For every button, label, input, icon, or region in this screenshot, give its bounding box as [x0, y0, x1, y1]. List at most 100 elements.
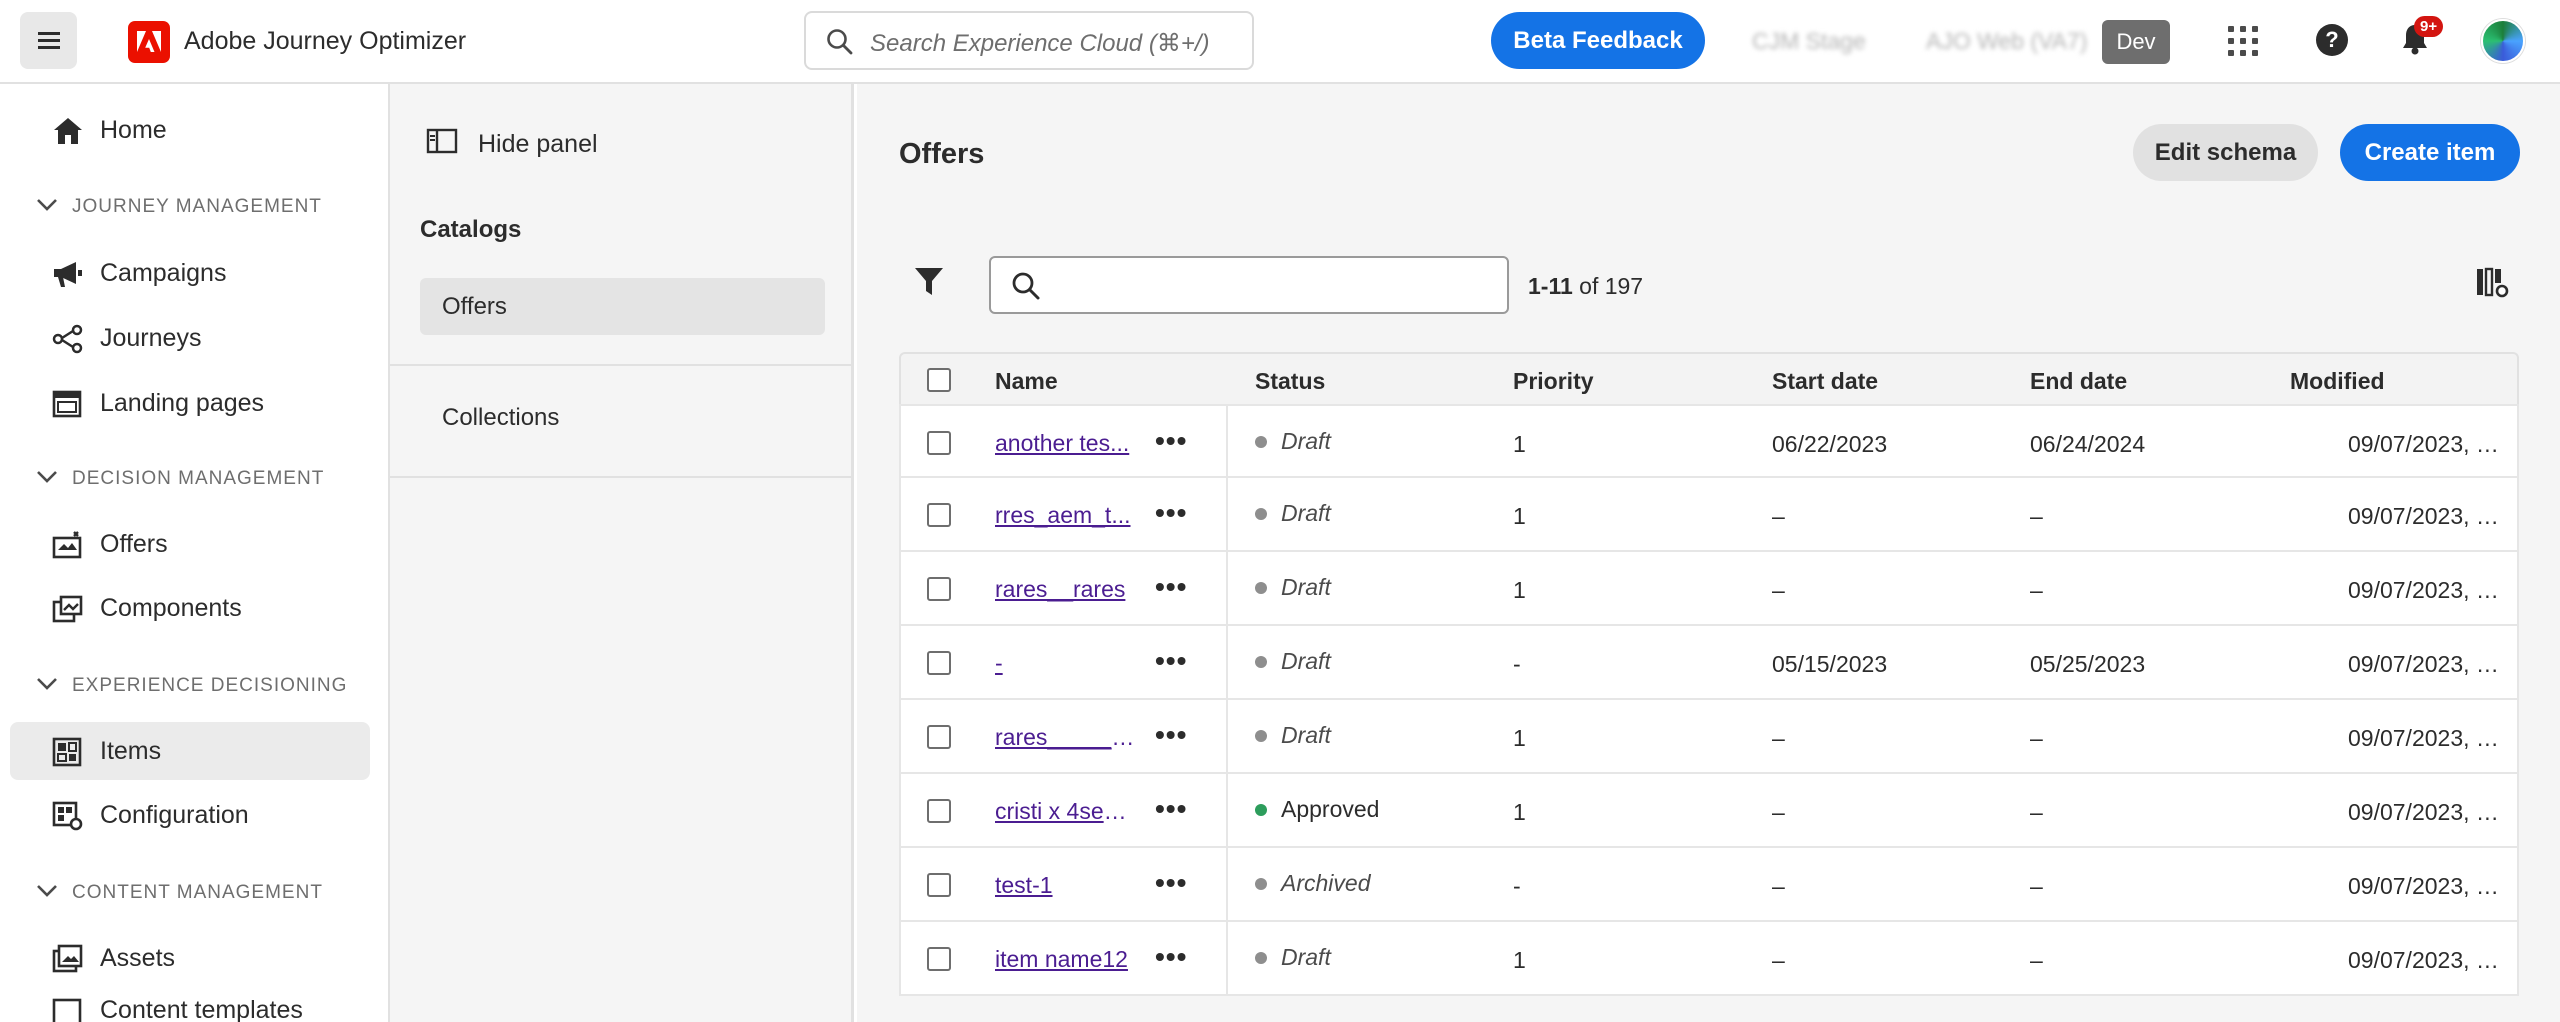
- status-badge: Approved: [1255, 796, 1379, 823]
- nav-item-content-templates[interactable]: Content templates: [10, 990, 370, 1022]
- status-badge: Draft: [1255, 500, 1331, 527]
- modified-cell: 09/07/2023, 12:50...: [2348, 577, 2508, 603]
- more-actions-icon[interactable]: •••: [1155, 869, 1187, 897]
- start-date-cell: –: [1772, 873, 1785, 899]
- table-row[interactable]: item name12 ••• Draft 1 – – 09/07/2023, 12:45.…: [899, 922, 2519, 996]
- more-actions-icon[interactable]: •••: [1155, 647, 1187, 675]
- nav-item-home[interactable]: Home: [10, 101, 370, 159]
- item-name-link[interactable]: rares__rares: [995, 576, 1135, 603]
- modified-cell: 09/07/2023, 10:23...: [2348, 799, 2508, 825]
- select-all-checkbox[interactable]: [927, 368, 951, 392]
- column-header-priority[interactable]: Priority: [1513, 368, 1594, 395]
- apps-grid-icon[interactable]: [2228, 26, 2258, 56]
- nav-item-offers[interactable]: Offers: [10, 515, 370, 573]
- nav-item-components[interactable]: Components: [10, 579, 370, 637]
- catalog-item-offers[interactable]: Offers: [420, 278, 825, 335]
- more-actions-icon[interactable]: •••: [1155, 573, 1187, 601]
- column-divider: [1226, 552, 1228, 624]
- column-header-modified[interactable]: Modified: [2290, 368, 2385, 395]
- avatar[interactable]: [2481, 19, 2525, 63]
- row-checkbox[interactable]: [927, 947, 951, 971]
- item-name-link[interactable]: item name12: [995, 946, 1135, 973]
- row-checkbox[interactable]: [927, 503, 951, 527]
- item-name-link[interactable]: -: [995, 650, 1135, 677]
- priority-cell: 1: [1513, 503, 1526, 529]
- help-icon[interactable]: ?: [2316, 24, 2348, 56]
- item-name-link[interactable]: rres_aem_t...: [995, 502, 1135, 529]
- row-checkbox[interactable]: [927, 799, 951, 823]
- status-dot: [1255, 435, 1267, 448]
- org-switcher[interactable]: CJM Stage: [1752, 28, 1866, 55]
- template-icon: [52, 998, 82, 1022]
- items-grid-icon: [52, 737, 82, 767]
- column-settings-icon[interactable]: [2475, 267, 2509, 304]
- row-checkbox[interactable]: [927, 577, 951, 601]
- app-title: Adobe Journey Optimizer: [184, 27, 467, 55]
- table-row[interactable]: - ••• Draft -05/15/2023 05/25/2023 09/07/2023…: [899, 626, 2519, 700]
- row-checkbox[interactable]: [927, 431, 951, 455]
- table-row[interactable]: rares______... ••• Draft 1 – – 09/07/2023, 12:…: [899, 700, 2519, 774]
- section-decision-management[interactable]: DECISION MANAGEMENT: [36, 468, 324, 490]
- table-row[interactable]: another tes... ••• Draft 1 06/22/2023 06/24/2…: [899, 404, 2519, 478]
- components-icon: [52, 594, 83, 624]
- status-label: Archived: [1281, 870, 1371, 896]
- item-name-link[interactable]: test-1: [995, 872, 1135, 899]
- search-icon: [1011, 271, 1041, 306]
- status-badge: Archived: [1255, 870, 1370, 897]
- status-label: Draft: [1281, 648, 1331, 674]
- nav-item-campaigns[interactable]: Campaigns: [10, 244, 370, 302]
- menu-toggle-button[interactable]: [20, 12, 77, 69]
- table-row[interactable]: cristi x 4sep... ••• Approved 1 – – 09/07/2023…: [899, 774, 2519, 848]
- column-header-name[interactable]: Name: [995, 368, 1058, 395]
- table-row[interactable]: rres_aem_t... ••• Draft 1 – – 09/07/2023, 01:2…: [899, 478, 2519, 552]
- modified-cell: 09/07/2023, 01:2...: [2348, 503, 2508, 529]
- column-divider: [1226, 848, 1228, 920]
- status-badge: Draft: [1255, 648, 1331, 675]
- status-label: Draft: [1281, 574, 1331, 600]
- create-item-button[interactable]: Create item: [2340, 124, 2520, 181]
- end-date-cell: –: [2030, 873, 2043, 899]
- more-actions-icon[interactable]: •••: [1155, 721, 1187, 749]
- sandbox-switcher[interactable]: AJO Web (VA7): [1926, 28, 2087, 55]
- table-row[interactable]: rares__rares ••• Draft 1 – – 09/07/2023, 12:50…: [899, 552, 2519, 626]
- beta-feedback-button[interactable]: Beta Feedback: [1491, 12, 1705, 69]
- status-dot: [1255, 507, 1267, 520]
- status-label: Approved: [1281, 796, 1380, 822]
- row-checkbox[interactable]: [927, 651, 951, 675]
- chevron-down-icon: [36, 468, 58, 490]
- column-header-start-date[interactable]: Start date: [1772, 368, 1878, 395]
- item-name-link[interactable]: rares______...: [995, 724, 1135, 751]
- more-actions-icon[interactable]: •••: [1155, 427, 1187, 455]
- section-experience-decisioning[interactable]: EXPERIENCE DECISIONING: [36, 675, 347, 697]
- modified-cell: 09/07/2023, 01:41...: [2348, 431, 2508, 457]
- nav-item-landing-pages[interactable]: Landing pages: [10, 374, 370, 432]
- row-checkbox[interactable]: [927, 725, 951, 749]
- filter-icon[interactable]: [914, 266, 944, 303]
- nav-item-journeys[interactable]: Journeys: [10, 309, 370, 367]
- column-divider: [1226, 478, 1228, 550]
- section-content-management[interactable]: CONTENT MANAGEMENT: [36, 882, 323, 904]
- catalog-item-collections[interactable]: Collections: [442, 404, 559, 432]
- column-header-end-date[interactable]: End date: [2030, 368, 2127, 395]
- more-actions-icon[interactable]: •••: [1155, 795, 1187, 823]
- global-search-input[interactable]: Search Experience Cloud (⌘+/): [804, 11, 1254, 70]
- start-date-cell: –: [1772, 947, 1785, 973]
- priority-cell: 1: [1513, 577, 1526, 603]
- hide-panel-button[interactable]: Hide panel: [426, 128, 598, 161]
- item-name-link[interactable]: cristi x 4sep...: [995, 798, 1135, 825]
- row-checkbox[interactable]: [927, 873, 951, 897]
- column-header-status[interactable]: Status: [1255, 368, 1325, 395]
- section-journey-management[interactable]: JOURNEY MANAGEMENT: [36, 196, 322, 218]
- nav-item-items[interactable]: Items: [10, 722, 370, 780]
- catalog-panel: Hide panel Catalogs Offers Collections: [390, 84, 854, 1022]
- item-name-link[interactable]: another tes...: [995, 430, 1135, 457]
- table-search-input[interactable]: [989, 256, 1509, 314]
- more-actions-icon[interactable]: •••: [1155, 499, 1187, 527]
- status-dot: [1255, 581, 1267, 594]
- more-actions-icon[interactable]: •••: [1155, 943, 1187, 971]
- end-date-cell: –: [2030, 725, 2043, 751]
- table-row[interactable]: test-1 ••• Archived - – – 09/07/2023, 01:4...: [899, 848, 2519, 922]
- edit-schema-button[interactable]: Edit schema: [2133, 124, 2318, 181]
- nav-item-assets[interactable]: Assets: [10, 929, 370, 987]
- nav-item-configuration[interactable]: Configuration: [10, 786, 370, 844]
